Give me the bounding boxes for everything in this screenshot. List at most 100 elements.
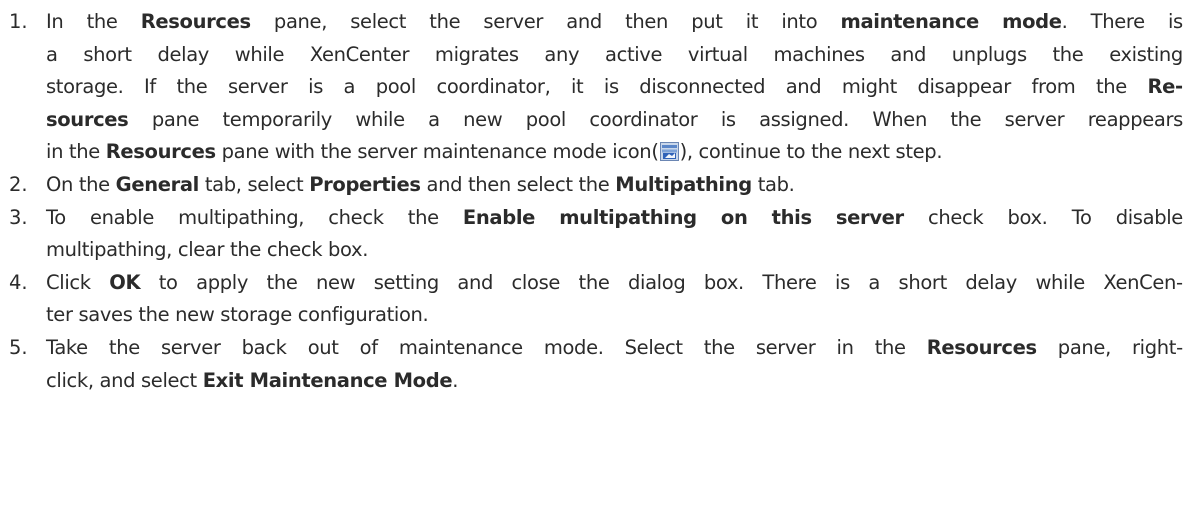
word: put (691, 6, 723, 39)
text-run: is (1167, 10, 1183, 33)
text-run: new (463, 107, 503, 131)
text-run: box. (703, 270, 744, 294)
word: the (87, 6, 118, 39)
text-run: check (328, 205, 384, 229)
word: and (566, 6, 602, 39)
text-run: server (160, 335, 221, 359)
word: maintenance (399, 332, 523, 365)
word: delay (965, 267, 1017, 300)
word: active (605, 39, 663, 72)
bold-term: on (720, 205, 748, 229)
text-run: ), continue to the next step. (679, 140, 943, 164)
word: check (328, 202, 384, 235)
text-run: disappear (917, 75, 1011, 99)
word: Take (46, 332, 88, 365)
bold-term: Resources (926, 335, 1037, 359)
word: server (836, 202, 904, 235)
text-run: is (720, 107, 736, 131)
word: the (1053, 39, 1084, 72)
word: migrates (435, 39, 519, 72)
word: pool (375, 71, 417, 104)
word: the (109, 332, 140, 365)
text-run: server (755, 335, 816, 359)
word: from (1031, 71, 1075, 104)
text-run: If (144, 75, 156, 99)
word: assigned. (759, 104, 849, 137)
text-run: from (1031, 75, 1076, 99)
word: server (228, 71, 288, 104)
text-run: the (578, 270, 610, 294)
step-text: On the General tab, select Properties an… (46, 169, 1189, 202)
text-run: the (266, 270, 298, 294)
text-run: server (1004, 107, 1065, 131)
text-run: the (1052, 42, 1084, 66)
text-run: multipathing, clear the check box. (46, 238, 369, 262)
word: is (308, 71, 323, 104)
text-run: Click (46, 270, 91, 294)
step-text: Click OK to apply the new setting and close the di… (46, 267, 1189, 332)
word: XenCen- (1103, 267, 1183, 300)
word: Re- (1147, 71, 1183, 104)
word: machines (774, 39, 866, 72)
text-run: migrates (434, 42, 519, 66)
word: reappears (1088, 104, 1184, 137)
text-run: is (835, 270, 850, 294)
word: is (835, 267, 850, 300)
text-run: the (407, 205, 439, 229)
text-run: temporarily (222, 107, 333, 131)
word: mode. (544, 332, 604, 365)
word: delay (157, 39, 209, 72)
text-run: box. (1007, 205, 1048, 229)
text-run: assigned. (759, 107, 849, 131)
word: enable (90, 202, 154, 235)
text-run: Take (46, 335, 88, 359)
bold-term: Multipathing (615, 172, 752, 196)
text-run: virtual (687, 42, 748, 66)
text-run: back (241, 335, 287, 359)
word: is (721, 104, 736, 137)
text-line: ter saves the new storage configuration. (46, 299, 1183, 332)
word: while (1035, 267, 1085, 300)
text-run: it (570, 75, 584, 99)
word: Click (46, 267, 91, 300)
bold-term: Properties (309, 172, 421, 196)
word: OK (109, 267, 140, 300)
word: the (176, 71, 207, 104)
text-run: is (603, 75, 619, 99)
word: There (1091, 6, 1145, 39)
text-run: There (762, 270, 817, 294)
word: When (872, 104, 927, 137)
text-run: it (745, 10, 759, 33)
text-run: coordinator (589, 107, 698, 131)
text-run: Select (624, 335, 683, 359)
word: coordinator (589, 104, 697, 137)
text-run: check (927, 205, 984, 229)
word: back (242, 332, 287, 365)
text-run: close (511, 270, 561, 294)
word: multipathing (559, 202, 697, 235)
word: it (745, 6, 759, 39)
word: a (344, 71, 356, 104)
text-run: To (1071, 205, 1092, 229)
word: short (83, 39, 132, 72)
text-run: server (227, 75, 288, 99)
step-text: In the Resources pane, select the server and the… (46, 6, 1189, 169)
text-line: Take the server back out of maintenance mode. Se… (46, 332, 1183, 365)
text-run: XenCen- (1103, 270, 1183, 294)
text-run: the (950, 107, 982, 131)
step-number: 3. (9, 205, 28, 229)
word: and (890, 39, 926, 72)
instruction-steps-list: 1. In the Resources pane, select the server and t… (0, 6, 1189, 397)
word: any (544, 39, 579, 72)
text-run: and (785, 75, 822, 99)
word: existing (1109, 39, 1183, 72)
text-run: unplugs (951, 42, 1027, 66)
text-line: storage. If the server is a pool coordinator, it… (46, 71, 1183, 104)
text-run: pool (375, 75, 417, 99)
word: multipathing, (178, 202, 304, 235)
text-run: ter saves the new storage configuration. (46, 303, 429, 327)
text-run: mode. (543, 335, 604, 359)
step-text: To enable multipathing, check the Enable multi… (46, 202, 1189, 267)
word: server (756, 332, 816, 365)
text-run: In (46, 10, 64, 33)
